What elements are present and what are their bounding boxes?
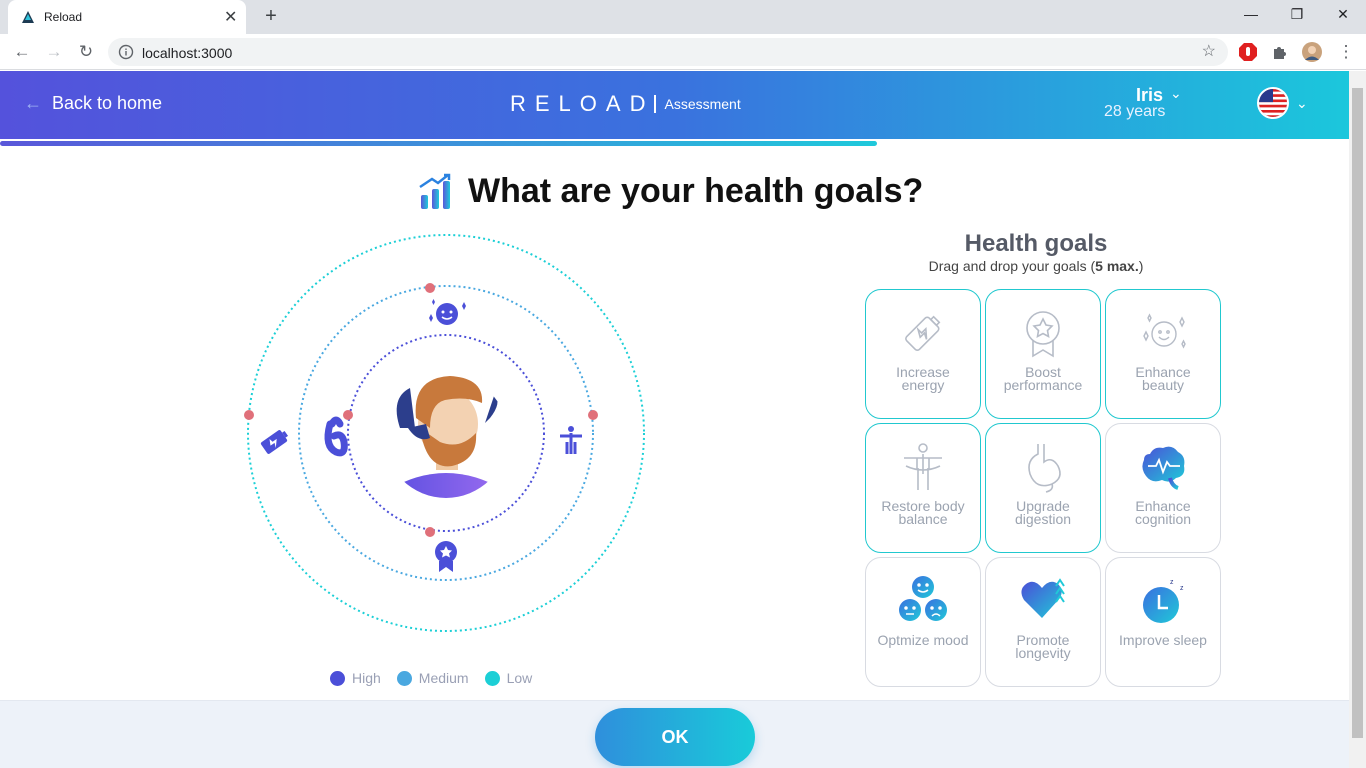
- orbit-performance-icon[interactable]: [435, 541, 457, 572]
- reload-logo: RELOAD Assessment: [510, 91, 741, 117]
- remove-energy-badge[interactable]: [244, 410, 254, 420]
- profile-avatar-icon[interactable]: [1302, 42, 1322, 62]
- goal-card-increase-energy[interactable]: Increase energy: [865, 289, 981, 419]
- legend-dot-high: [330, 670, 345, 686]
- goal-card-boost-performance[interactable]: Boost performance: [985, 289, 1101, 419]
- goal-card-enhance-beauty[interactable]: Enhance beauty: [1105, 289, 1221, 419]
- user-menu-chevron-icon[interactable]: ⌄: [1170, 85, 1182, 102]
- legend-dot-low: [484, 670, 500, 686]
- subtitle-suffix: ): [1138, 258, 1144, 274]
- new-tab-button[interactable]: +: [260, 5, 282, 28]
- battery-energy-icon: [905, 315, 941, 351]
- goals-panel-subtitle: Drag and drop your goals (5 max.): [866, 258, 1206, 274]
- card-label: Enhance cognition: [1134, 498, 1192, 527]
- goal-cards-grid: Increase energy Boost performance Enhanc…: [865, 289, 1221, 687]
- bookmark-star-icon[interactable]: ☆: [1202, 41, 1216, 61]
- goal-card-promote-longevity[interactable]: Promote longevity: [985, 557, 1101, 687]
- orbit-balance-icon[interactable]: [560, 426, 582, 454]
- browser-toolbar: ← → ↻ localhost:3000 ☆ ⋮: [0, 34, 1366, 70]
- heart-icon: [1021, 578, 1065, 618]
- reload-favicon-icon: [22, 11, 34, 23]
- svg-text:z: z: [1170, 579, 1174, 586]
- reload-icon[interactable]: ↻: [74, 40, 98, 64]
- card-label: Restore body balance: [881, 498, 965, 527]
- goal-card-upgrade-digestion[interactable]: Upgrade digestion: [985, 423, 1101, 553]
- user-age: 28 years: [1104, 103, 1166, 120]
- body-balance-icon: [904, 443, 942, 490]
- subtitle-max: 5 max.: [1095, 258, 1139, 274]
- orbit-energy-icon[interactable]: [260, 428, 290, 455]
- tab-title: Reload: [44, 10, 83, 24]
- us-flag-icon[interactable]: [1257, 87, 1289, 119]
- legend-item-high: High: [330, 670, 381, 686]
- back-to-home-label: Back to home: [52, 93, 163, 113]
- goal-card-enhance-cognition[interactable]: Enhance cognition: [1105, 423, 1221, 553]
- remove-digestion-badge[interactable]: [343, 410, 353, 420]
- mood-faces-icon: [899, 576, 947, 621]
- tab-close-icon[interactable]: ✕: [224, 7, 237, 27]
- goal-card-optimize-mood[interactable]: Optmize mood: [865, 557, 981, 687]
- stomach-icon: [1028, 444, 1061, 493]
- card-label: Promote longevity: [1015, 632, 1071, 661]
- avatar: [384, 374, 508, 498]
- url-text: localhost:3000: [142, 45, 233, 61]
- address-bar[interactable]: localhost:3000 ☆: [108, 38, 1228, 66]
- chart-growth-icon: [419, 173, 451, 209]
- restore-button[interactable]: ❐: [1274, 6, 1320, 23]
- goal-priority-orbit[interactable]: [240, 228, 652, 640]
- extensions-puzzle-icon[interactable]: [1270, 42, 1290, 62]
- subtitle-prefix: Drag and drop your goals (: [928, 258, 1096, 274]
- logo-text: RELOAD: [510, 91, 655, 116]
- priority-legend: High Medium Low: [330, 670, 532, 686]
- app-header: ← Back to home RELOAD Assessment Iris ⌄ …: [0, 71, 1349, 139]
- legend-item-medium: Medium: [396, 670, 469, 686]
- goal-card-improve-sleep[interactable]: z z Improve sleep: [1105, 557, 1221, 687]
- page-scrollbar-thumb[interactable]: [1352, 88, 1363, 738]
- orbit-beauty-icon[interactable]: [429, 299, 466, 325]
- back-arrow-icon: ←: [24, 93, 42, 113]
- remove-performance-badge[interactable]: [425, 527, 435, 537]
- legend-label-high: High: [352, 670, 381, 686]
- card-label: Optmize mood: [877, 632, 969, 648]
- remove-balance-badge[interactable]: [588, 410, 598, 420]
- card-label: Increase energy: [896, 364, 950, 393]
- medal-icon: [1026, 311, 1060, 358]
- legend-label-low: Low: [506, 670, 533, 686]
- progress-bar: [0, 141, 877, 146]
- browser-tab-bar: Reload ✕ + — ❐ ✕: [0, 0, 1366, 34]
- goal-card-restore-body-balance[interactable]: Restore body balance: [865, 423, 981, 553]
- window-close-button[interactable]: ✕: [1320, 6, 1366, 23]
- sleep-clock-icon: z z: [1143, 579, 1184, 623]
- card-label: Improve sleep: [1119, 632, 1207, 648]
- orbit-digestion-icon[interactable]: [324, 416, 348, 457]
- back-to-home-link[interactable]: ← Back to home: [24, 93, 162, 114]
- question-header: What are your health goals?: [418, 172, 923, 211]
- card-label: Boost performance: [1003, 364, 1083, 393]
- logo-divider: [654, 95, 657, 113]
- card-label: Enhance beauty: [1135, 364, 1191, 393]
- site-info-icon[interactable]: [118, 44, 134, 60]
- beauty-face-icon: [1143, 313, 1186, 349]
- browser-menu-icon[interactable]: ⋮: [1334, 40, 1358, 64]
- browser-tab[interactable]: Reload ✕: [8, 0, 246, 34]
- card-label: Upgrade digestion: [1014, 498, 1072, 527]
- legend-label-medium: Medium: [418, 670, 469, 686]
- minimize-button[interactable]: —: [1228, 6, 1274, 22]
- back-arrow-icon[interactable]: ←: [10, 40, 34, 64]
- logo-subtitle: Assessment: [664, 96, 741, 112]
- svg-text:z: z: [1180, 585, 1184, 592]
- question-title: What are your health goals?: [468, 172, 924, 210]
- brain-icon: [1142, 446, 1185, 490]
- forward-arrow-icon[interactable]: →: [42, 40, 66, 64]
- ok-button[interactable]: OK: [595, 708, 755, 766]
- legend-dot-medium: [396, 670, 412, 686]
- legend-item-low: Low: [484, 670, 533, 686]
- adblock-extension-icon[interactable]: [1238, 42, 1258, 62]
- goals-panel-title: Health goals: [964, 230, 1108, 257]
- remove-beauty-badge[interactable]: [425, 283, 435, 293]
- language-chevron-icon[interactable]: ⌄: [1296, 95, 1308, 112]
